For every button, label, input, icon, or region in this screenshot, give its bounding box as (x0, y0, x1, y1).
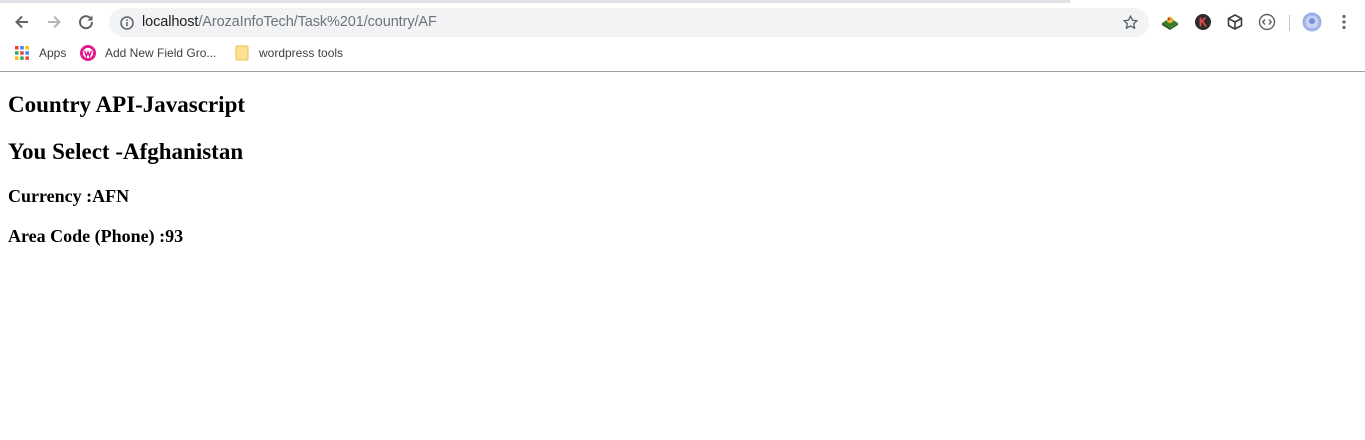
cube-extension-icon (1227, 14, 1243, 30)
k-extension-icon (1195, 14, 1211, 30)
browser-menu-button[interactable] (1334, 12, 1354, 32)
forward-button[interactable] (41, 9, 67, 35)
code-extension-button[interactable] (1257, 12, 1277, 32)
globe-extension-icon (1162, 16, 1178, 30)
profile-avatar-icon (1302, 12, 1322, 32)
apps-grid-icon (14, 45, 30, 61)
globe-extension-button[interactable] (1160, 12, 1180, 32)
reload-icon (79, 15, 94, 30)
bookmark-wordpress-tools-label: wordpress tools (259, 46, 344, 60)
bookmark-add-new-field-group-label: Add New Field Gro... (105, 46, 217, 60)
bookmarks-bar: Apps Add New Field Gro... wordpress tool… (0, 41, 1365, 65)
folder-icon (234, 45, 250, 61)
reload-button[interactable] (73, 9, 99, 35)
arrow-right-icon (48, 15, 61, 29)
arrow-left-icon (15, 15, 28, 29)
bookmark-apps-label: Apps (39, 46, 67, 60)
url-host: localhost (142, 14, 199, 30)
star-icon[interactable] (1122, 14, 1139, 31)
info-icon[interactable] (120, 16, 134, 30)
back-button[interactable] (9, 9, 35, 35)
cube-extension-button[interactable] (1225, 12, 1245, 32)
bookmark-wordpress-tools[interactable]: wordpress tools (234, 44, 343, 62)
browser-toolbar: localhost/ArozaInfoTech/Task%201/country… (0, 4, 1365, 40)
k-extension-button[interactable] (1193, 12, 1213, 32)
browser-chrome: localhost/ArozaInfoTech/Task%201/country… (0, 0, 1365, 72)
toolbar-divider (1289, 15, 1290, 31)
profile-avatar[interactable] (1302, 12, 1322, 32)
address-bar[interactable]: localhost/ArozaInfoTech/Task%201/country… (109, 8, 1149, 37)
kebab-menu-icon (1342, 14, 1346, 30)
wordpress-icon (80, 45, 96, 61)
url-text[interactable]: localhost/ArozaInfoTech/Task%201/country… (142, 14, 437, 31)
url-path: /ArozaInfoTech/Task%201/country/AF (198, 14, 437, 30)
page-title: Country API-Javascript (8, 92, 246, 117)
tab-strip (0, 0, 1070, 3)
currency-heading: Currency :AFN (8, 186, 130, 206)
bookmark-apps[interactable]: Apps (14, 44, 66, 62)
area-code-heading: Area Code (Phone) :93 (8, 226, 184, 246)
code-extension-icon (1258, 13, 1276, 31)
bookmark-add-new-field-group[interactable]: Add New Field Gro... (80, 44, 216, 62)
selected-country-heading: You Select -Afghanistan (8, 139, 244, 164)
